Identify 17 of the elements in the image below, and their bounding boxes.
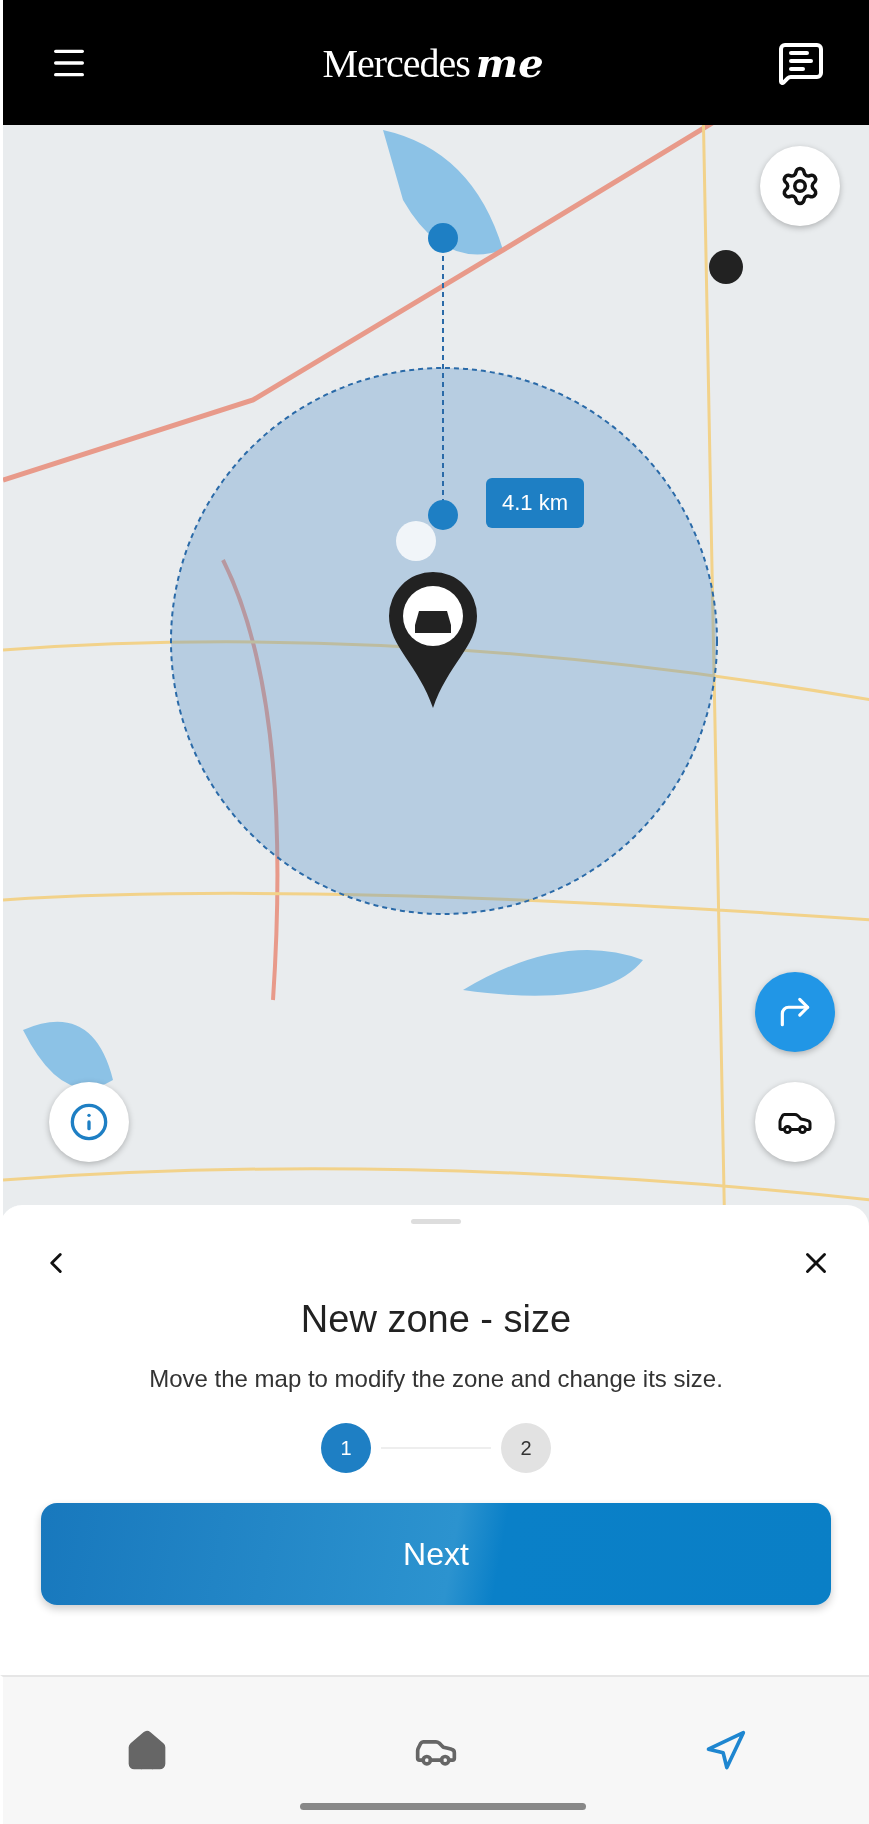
info-button[interactable]: [49, 1082, 129, 1162]
step-indicator: 1: [321, 1423, 371, 1473]
next-button[interactable]: Next: [41, 1503, 831, 1605]
center-dot: [396, 521, 436, 561]
info-icon: [69, 1102, 109, 1142]
sheet-description: Move the map to modify the zone and change its size.: [149, 1365, 723, 1393]
distance-label: 4.1 km: [486, 478, 585, 528]
logo-word: Mercedes: [322, 39, 470, 87]
settings-button[interactable]: [760, 146, 840, 226]
logo-script: me: [475, 38, 544, 86]
turn-right-button[interactable]: [755, 972, 835, 1052]
car-locate-button[interactable]: [755, 1082, 835, 1162]
location-dot: [709, 250, 743, 284]
step-indicator: 2: [501, 1423, 551, 1473]
car-pin-icon: [389, 572, 477, 708]
sheet-title: New zone - size: [300, 1298, 572, 1341]
sheet-handle[interactable]: [411, 1219, 461, 1224]
